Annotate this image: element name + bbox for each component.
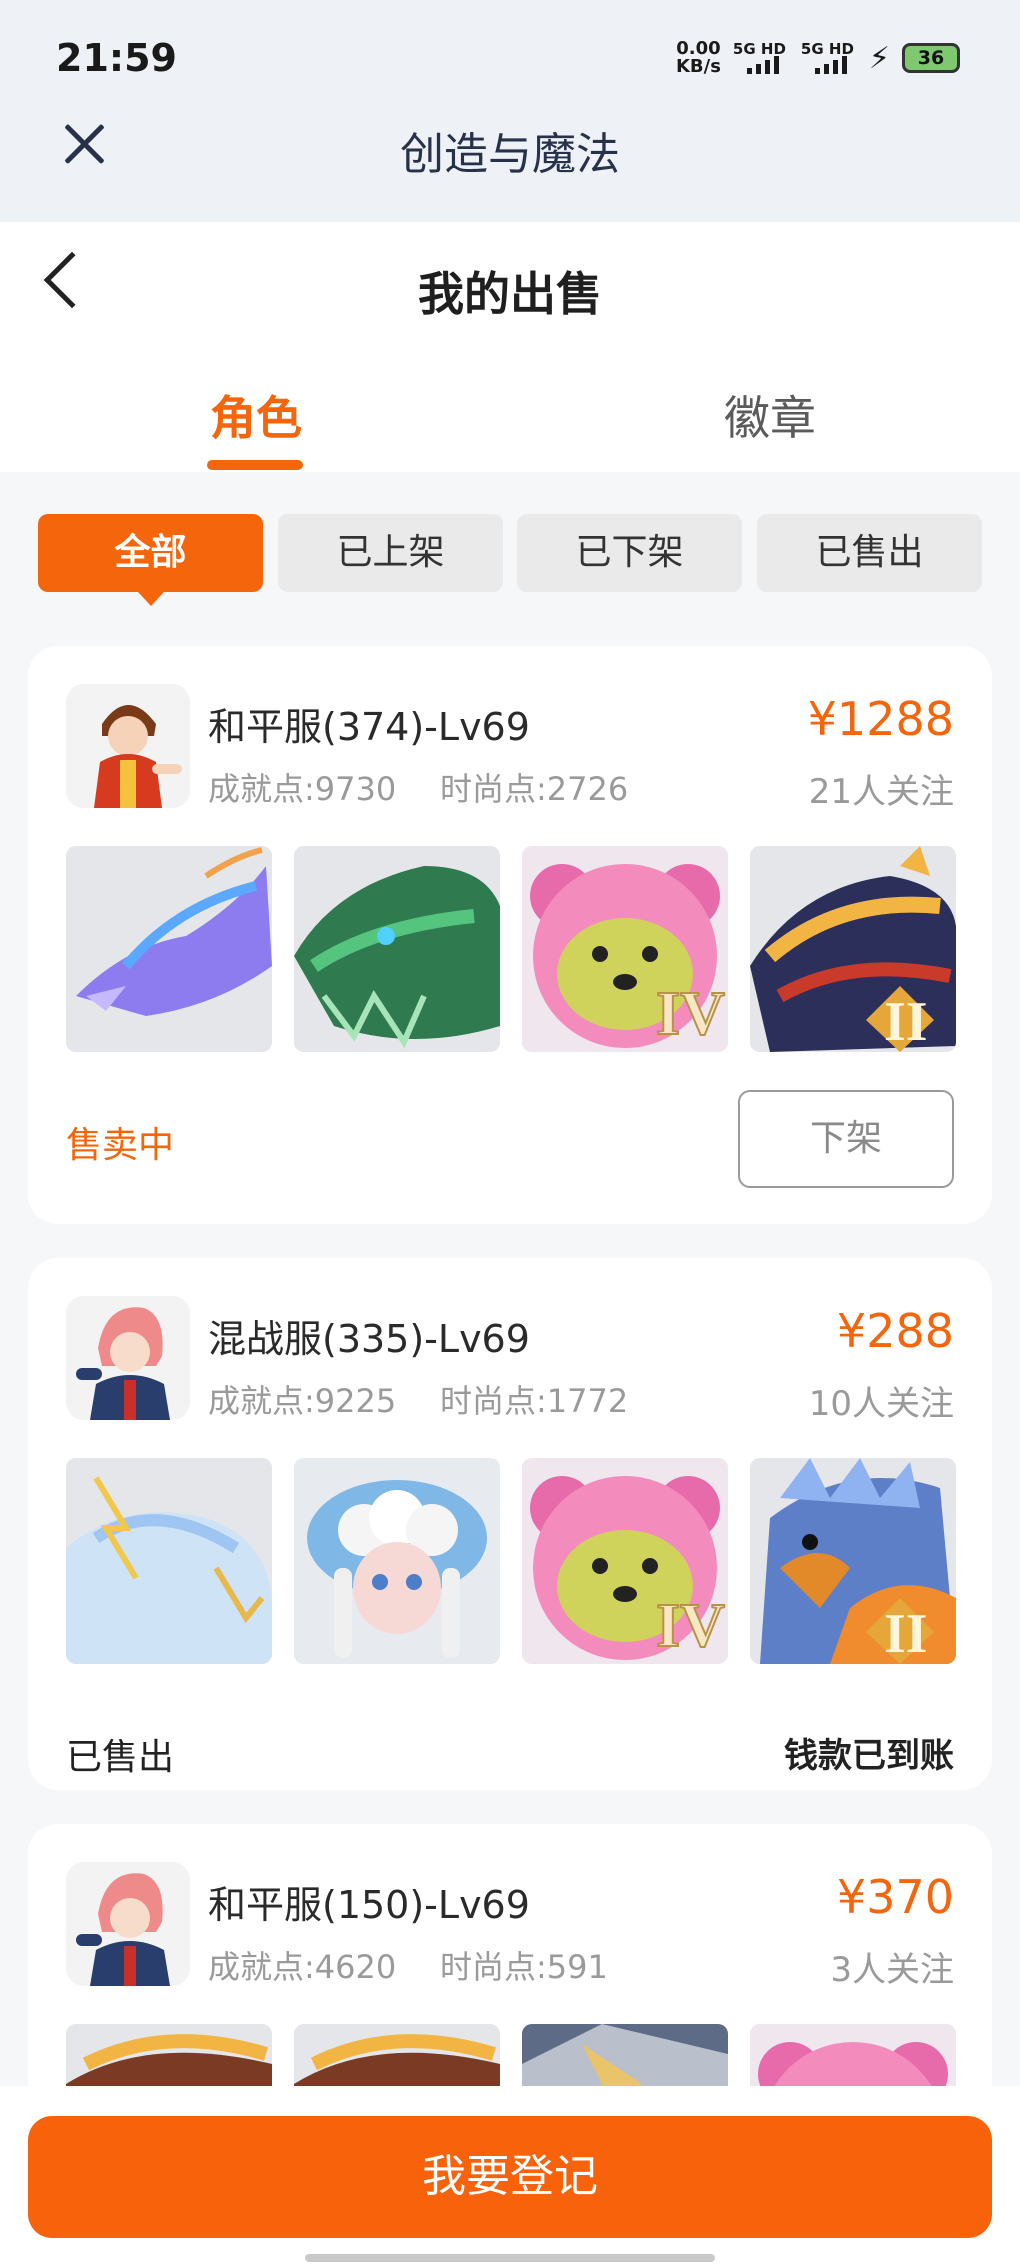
character-avatar [66, 684, 190, 808]
price: ¥370 [836, 1870, 954, 1924]
purple-dragon-mount-thumb[interactable] [66, 846, 272, 1052]
listing-status: 售卖中 [66, 1125, 175, 1166]
battery-icon: 36 [902, 43, 960, 73]
follower-count: 3人关注 [830, 1950, 954, 1990]
net-speed-unit: KB/s [675, 56, 721, 77]
tab-active-indicator [207, 460, 303, 470]
tier-badge: II [884, 1603, 928, 1664]
follower-count: 10人关注 [808, 1384, 954, 1424]
page-title: 我的出售 [418, 267, 602, 321]
top-area: 21:59 0.00 KB/s 5G HD 5G HD ⚡ 36 创造与魔法 [0, 0, 1020, 222]
pink-bear-mount-thumb[interactable]: IV [522, 1458, 728, 1664]
filter-sold[interactable]: 已售出 [757, 514, 982, 592]
signal-icon: 5G HD [733, 40, 789, 76]
delist-button[interactable]: 下架 [738, 1090, 954, 1188]
signal-icon-2: 5G HD [801, 40, 857, 76]
listing-card[interactable]: 和平服(374)-Lv69 成就点:9730 时尚点:2726 ¥1288 21… [28, 646, 992, 1224]
server-level: 混战服(335)-Lv69 [208, 1317, 530, 1361]
follower-count: 21人关注 [808, 772, 954, 812]
status-time: 21:59 [56, 36, 177, 80]
filter-all[interactable]: 全部 [38, 514, 263, 606]
filter-delisted[interactable]: 已下架 [517, 514, 742, 592]
listing-card[interactable]: 混战服(335)-Lv69 成就点:9225 时尚点:1772 ¥288 10人… [28, 1258, 992, 1790]
payment-received: 钱款已到账 [784, 1736, 954, 1776]
pink-bear-mount-thumb[interactable]: IV [522, 846, 728, 1052]
tier-badge: IV [656, 1592, 725, 1660]
listing-status: 已售出 [66, 1737, 175, 1778]
net-speed: 0.00 KB/s [676, 40, 721, 76]
fashion-points: 时尚点:2726 [440, 770, 629, 808]
status-icons: 0.00 KB/s 5G HD 5G HD ⚡ 36 [676, 40, 960, 76]
page-header: 我的出售 角色 徽章 [0, 222, 1020, 472]
tab-badge[interactable]: 徽章 [724, 382, 816, 448]
character-avatar [66, 1862, 190, 1986]
price: ¥1288 [807, 692, 954, 746]
server-level: 和平服(374)-Lv69 [208, 705, 530, 749]
green-dragon-mount-thumb[interactable] [294, 846, 500, 1052]
app-title: 创造与魔法 [400, 129, 620, 180]
achievement-points: 成就点:9730 [208, 770, 397, 808]
achievement-points: 成就点:9225 [208, 1382, 397, 1420]
filter-listed[interactable]: 已上架 [278, 514, 503, 592]
price: ¥288 [836, 1304, 954, 1358]
blue-eagle-mount-thumb[interactable]: II [750, 1458, 956, 1664]
character-avatar [66, 1296, 190, 1420]
charging-bolt-icon: ⚡ [868, 40, 890, 76]
server-level: 和平服(150)-Lv69 [208, 1883, 530, 1927]
tier-badge: IV [656, 980, 725, 1048]
item-thumbnails: IV II [66, 846, 956, 1052]
fire-dragon-mount-thumb[interactable]: II [750, 846, 956, 1052]
cloud-sheep-pet-thumb[interactable] [294, 1458, 500, 1664]
fashion-points: 时尚点:591 [440, 1948, 608, 1986]
tab-role[interactable]: 角色 [210, 382, 302, 448]
home-indicator[interactable] [305, 2254, 715, 2262]
register-button[interactable]: 我要登记 [28, 2116, 992, 2238]
ice-qilin-mount-thumb[interactable] [66, 1458, 272, 1664]
item-thumbnails: IV II [66, 1458, 956, 1664]
achievement-points: 成就点:4620 [208, 1948, 397, 1986]
fashion-points: 时尚点:1772 [440, 1382, 629, 1420]
tier-badge: II [884, 991, 928, 1052]
